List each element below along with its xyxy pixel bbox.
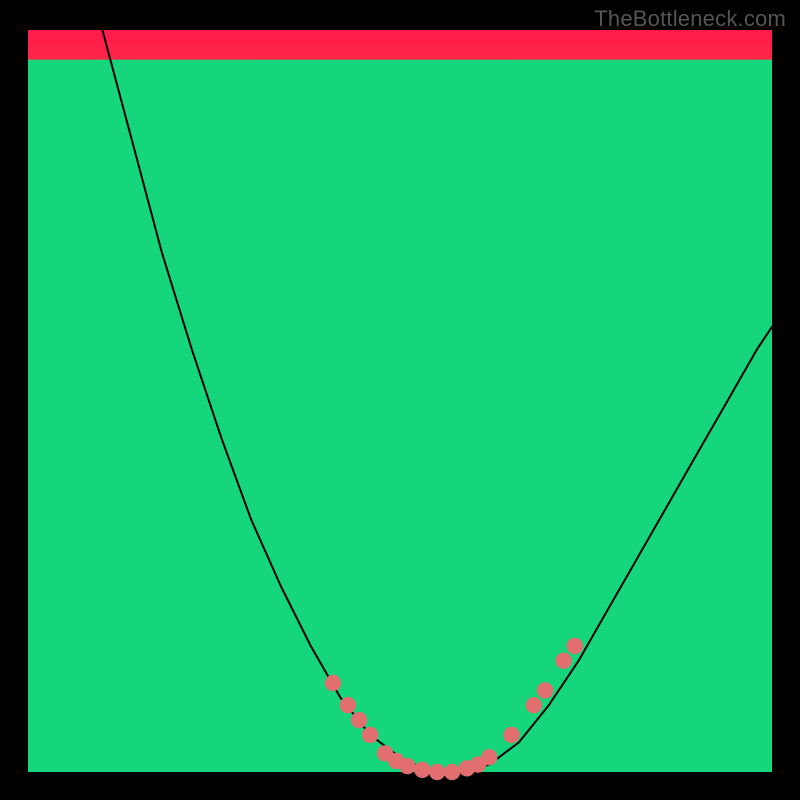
watermark-text: TheBottleneck.com bbox=[594, 6, 786, 32]
curve-marker bbox=[537, 682, 553, 698]
curve-marker bbox=[340, 697, 356, 713]
curve-marker bbox=[503, 727, 519, 743]
curve-marker bbox=[567, 638, 583, 654]
bottleneck-chart bbox=[0, 0, 800, 800]
curve-marker bbox=[526, 697, 542, 713]
curve-marker bbox=[481, 749, 497, 765]
curve-marker bbox=[429, 764, 445, 780]
chart-frame: TheBottleneck.com bbox=[0, 0, 800, 800]
curve-marker bbox=[325, 675, 341, 691]
curve-marker bbox=[362, 727, 378, 743]
curve-marker bbox=[399, 758, 415, 774]
curve-marker bbox=[351, 712, 367, 728]
curve-marker bbox=[444, 764, 460, 780]
curve-marker bbox=[414, 762, 430, 778]
curve-marker bbox=[556, 653, 572, 669]
